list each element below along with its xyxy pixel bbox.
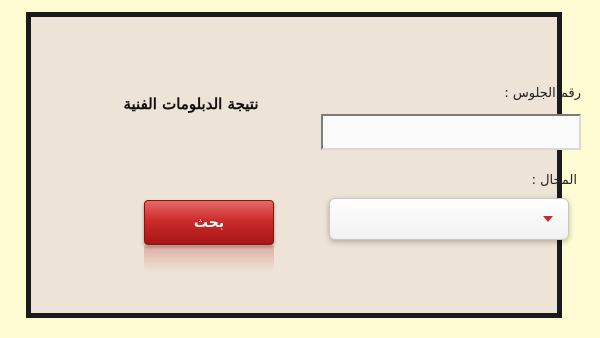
chevron-down-icon: [543, 216, 553, 222]
field-select[interactable]: [329, 198, 569, 240]
result-form-panel: نتيجة الدبلومات الفنية رقم الجلوس : المج…: [26, 12, 581, 318]
button-reflection: [144, 246, 274, 272]
field-label: المجال :: [531, 173, 577, 188]
seat-number-input[interactable]: [321, 114, 581, 150]
search-button[interactable]: بحث: [144, 200, 274, 245]
seat-number-label: رقم الجلوس :: [504, 86, 581, 101]
page-title: نتيجة الدبلومات الفنية: [123, 95, 259, 113]
